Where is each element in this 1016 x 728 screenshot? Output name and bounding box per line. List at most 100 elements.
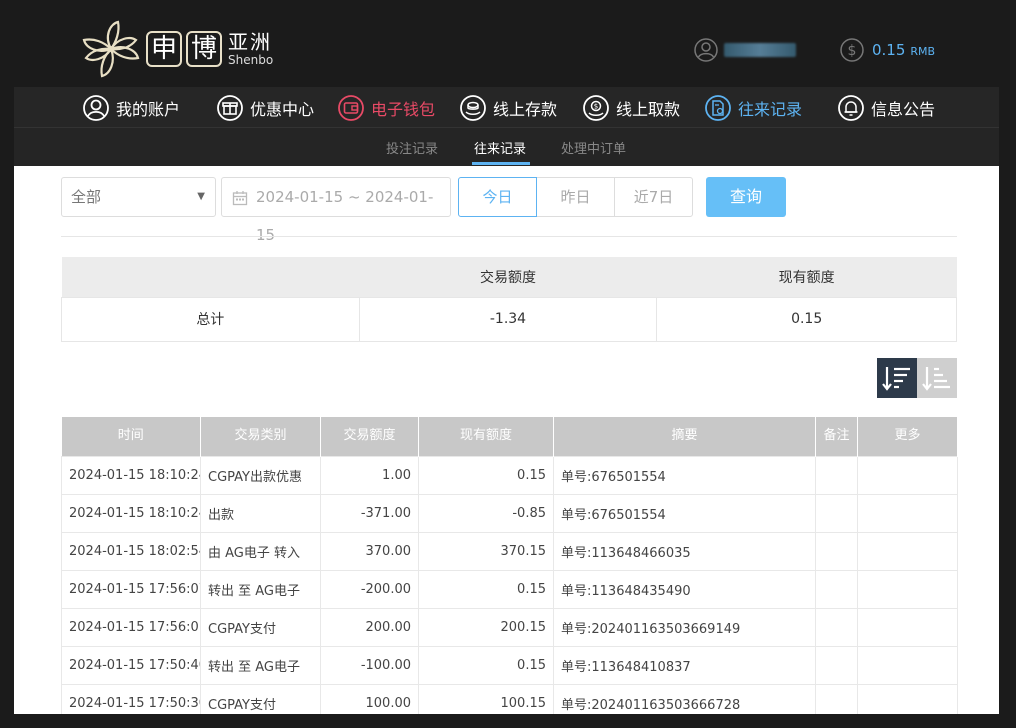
header-type[interactable]: 交易类别 (200, 417, 321, 456)
cell-remark (815, 531, 858, 571)
gift-icon (217, 95, 243, 121)
records-table: 时间 交易类别 交易额度 现有额度 摘要 备注 更多 2024-01-15 18… (61, 417, 958, 714)
calendar-icon (232, 191, 248, 206)
cell-time: 2024-01-15 18:02:54 (61, 531, 201, 571)
summary-header-cell: 交易额度 (359, 257, 657, 297)
query-button[interactable]: 查询 (706, 177, 786, 217)
nav-item-account[interactable]: 我的账户 (82, 93, 180, 123)
header-more[interactable]: 更多 (857, 417, 958, 456)
nav-label: 信息公告 (871, 100, 936, 119)
cell-type: CGPAY出款优惠 (200, 455, 321, 495)
cell-more (857, 455, 958, 495)
user-icon (83, 95, 109, 121)
logo[interactable]: 申 博 亚洲 Shenbo (80, 18, 273, 80)
caret-down-icon: ▼ (197, 191, 205, 202)
content-panel: 全部 ▼ 2024-01-15 ~ 2024-01-15 今日 昨日 近7日 查… (14, 166, 999, 714)
summary-label: 总计 (61, 296, 360, 342)
cell-amount: -100.00 (320, 645, 419, 685)
nav-label: 线上存款 (493, 100, 558, 119)
nav-item-deposit[interactable]: 线上存款 (459, 93, 557, 123)
cell-amount: 200.00 (320, 607, 419, 647)
cell-amount: 370.00 (320, 531, 419, 571)
table-row[interactable]: 2024-01-15 18:02:54 由 AG电子 转入 370.00 370… (61, 531, 958, 571)
today-button[interactable]: 今日 (458, 177, 537, 217)
cell-more (857, 531, 958, 571)
header-time[interactable]: 时间 (61, 417, 201, 456)
cell-type: CGPAY支付 (200, 607, 321, 647)
bell-icon (838, 95, 864, 121)
header-amount[interactable]: 交易额度 (320, 417, 419, 456)
cell-remark (815, 645, 858, 685)
last-7-days-button[interactable]: 近7日 (614, 177, 693, 217)
header-summary[interactable]: 摘要 (553, 417, 816, 456)
divider (61, 236, 957, 237)
cell-more (857, 683, 958, 714)
summary-transaction-amount: -1.34 (358, 296, 658, 342)
logo-char-box: 博 (186, 31, 222, 67)
nav-label: 优惠中心 (250, 100, 315, 119)
cell-type: 转出 至 AG电子 (200, 645, 321, 685)
nav-item-wallet[interactable]: 电子钱包 (337, 93, 435, 123)
balance-area: $ 0.15 RMB (840, 38, 935, 62)
table-row[interactable]: 2024-01-15 17:56:07 转出 至 AG电子 -200.00 0.… (61, 569, 958, 609)
nav-label: 往来记录 (738, 100, 803, 119)
header: 申 博 亚洲 Shenbo $ 0.15 RMB (0, 0, 1016, 87)
user-icon (694, 38, 718, 62)
nav-item-records[interactable]: 往来记录 (704, 93, 802, 123)
cell-balance: 0.15 (418, 455, 554, 495)
subtab-bet-records[interactable]: 投注记录 (386, 138, 438, 157)
sort-ascending-button[interactable] (917, 358, 957, 398)
cell-balance: 370.15 (418, 531, 554, 571)
cell-more (857, 607, 958, 647)
subtab-transaction-records[interactable]: 往来记录 (474, 138, 526, 157)
cell-balance: -0.85 (418, 493, 554, 533)
date-range-input[interactable]: 2024-01-15 ~ 2024-01-15 (221, 177, 451, 244)
user-area[interactable] (694, 38, 796, 62)
cell-remark (815, 607, 858, 647)
logo-en-text: Shenbo (228, 53, 274, 67)
nav-item-withdraw[interactable]: $ 线上取款 (582, 93, 680, 123)
table-row[interactable]: 2024-01-15 18:10:24 CGPAY出款优惠 1.00 0.15 … (61, 455, 958, 495)
table-row[interactable]: 2024-01-15 17:56:01 CGPAY支付 200.00 200.1… (61, 607, 958, 647)
header-balance[interactable]: 现有额度 (418, 417, 554, 456)
records-header-row: 时间 交易类别 交易额度 现有额度 摘要 备注 更多 (61, 417, 958, 456)
cell-amount: -371.00 (320, 493, 419, 533)
yesterday-button[interactable]: 昨日 (536, 177, 615, 217)
cell-amount: -200.00 (320, 569, 419, 609)
cell-type: 转出 至 AG电子 (200, 569, 321, 609)
summary-header-cell (61, 257, 360, 297)
summary-table: 交易额度 现有额度 总计 -1.34 0.15 (61, 257, 957, 342)
subtab-pending-orders[interactable]: 处理中订单 (561, 138, 626, 157)
table-row[interactable]: 2024-01-15 17:50:40 转出 至 AG电子 -100.00 0.… (61, 645, 958, 685)
coin-icon: $ (840, 38, 864, 62)
cell-balance: 200.15 (418, 607, 554, 647)
cell-remark (815, 683, 858, 714)
type-select-value: 全部 (71, 188, 102, 206)
cell-remark (815, 455, 858, 495)
cell-summary: 单号:113648466035 (553, 531, 816, 571)
nav-item-announcements[interactable]: 信息公告 (837, 93, 935, 123)
header-remark[interactable]: 备注 (815, 417, 858, 456)
balance-value: 0.15 (872, 41, 906, 59)
type-select[interactable]: 全部 ▼ (61, 177, 216, 217)
main-nav: 我的账户 优惠中心 电子钱包 线上存款 $ 线上取款 往来记录 信息公告 (14, 87, 999, 128)
summary-current-balance: 0.15 (656, 296, 957, 342)
sub-nav: 投注记录 往来记录 处理中订单 (14, 128, 999, 166)
table-row[interactable]: 2024-01-15 17:50:30 CGPAY支付 100.00 100.1… (61, 683, 958, 714)
nav-label: 电子钱包 (371, 100, 436, 119)
cell-type: CGPAY支付 (200, 683, 321, 714)
nav-label: 我的账户 (116, 100, 181, 119)
sort-descending-button[interactable] (877, 358, 917, 398)
balance-unit: RMB (910, 45, 936, 58)
username-redacted (724, 43, 796, 57)
active-tab-underline (472, 162, 530, 165)
summary-header-cell: 现有额度 (656, 257, 957, 297)
cell-balance: 100.15 (418, 683, 554, 714)
flower-logo-icon (82, 20, 140, 78)
cell-balance: 0.15 (418, 645, 554, 685)
logo-char-box: 申 (146, 31, 182, 67)
nav-item-promotions[interactable]: 优惠中心 (216, 93, 314, 123)
table-row[interactable]: 2024-01-15 18:10:24 出款 -371.00 -0.85 单号:… (61, 493, 958, 533)
sort-desc-icon (882, 367, 910, 391)
summary-header-row: 交易额度 现有额度 (61, 257, 957, 297)
